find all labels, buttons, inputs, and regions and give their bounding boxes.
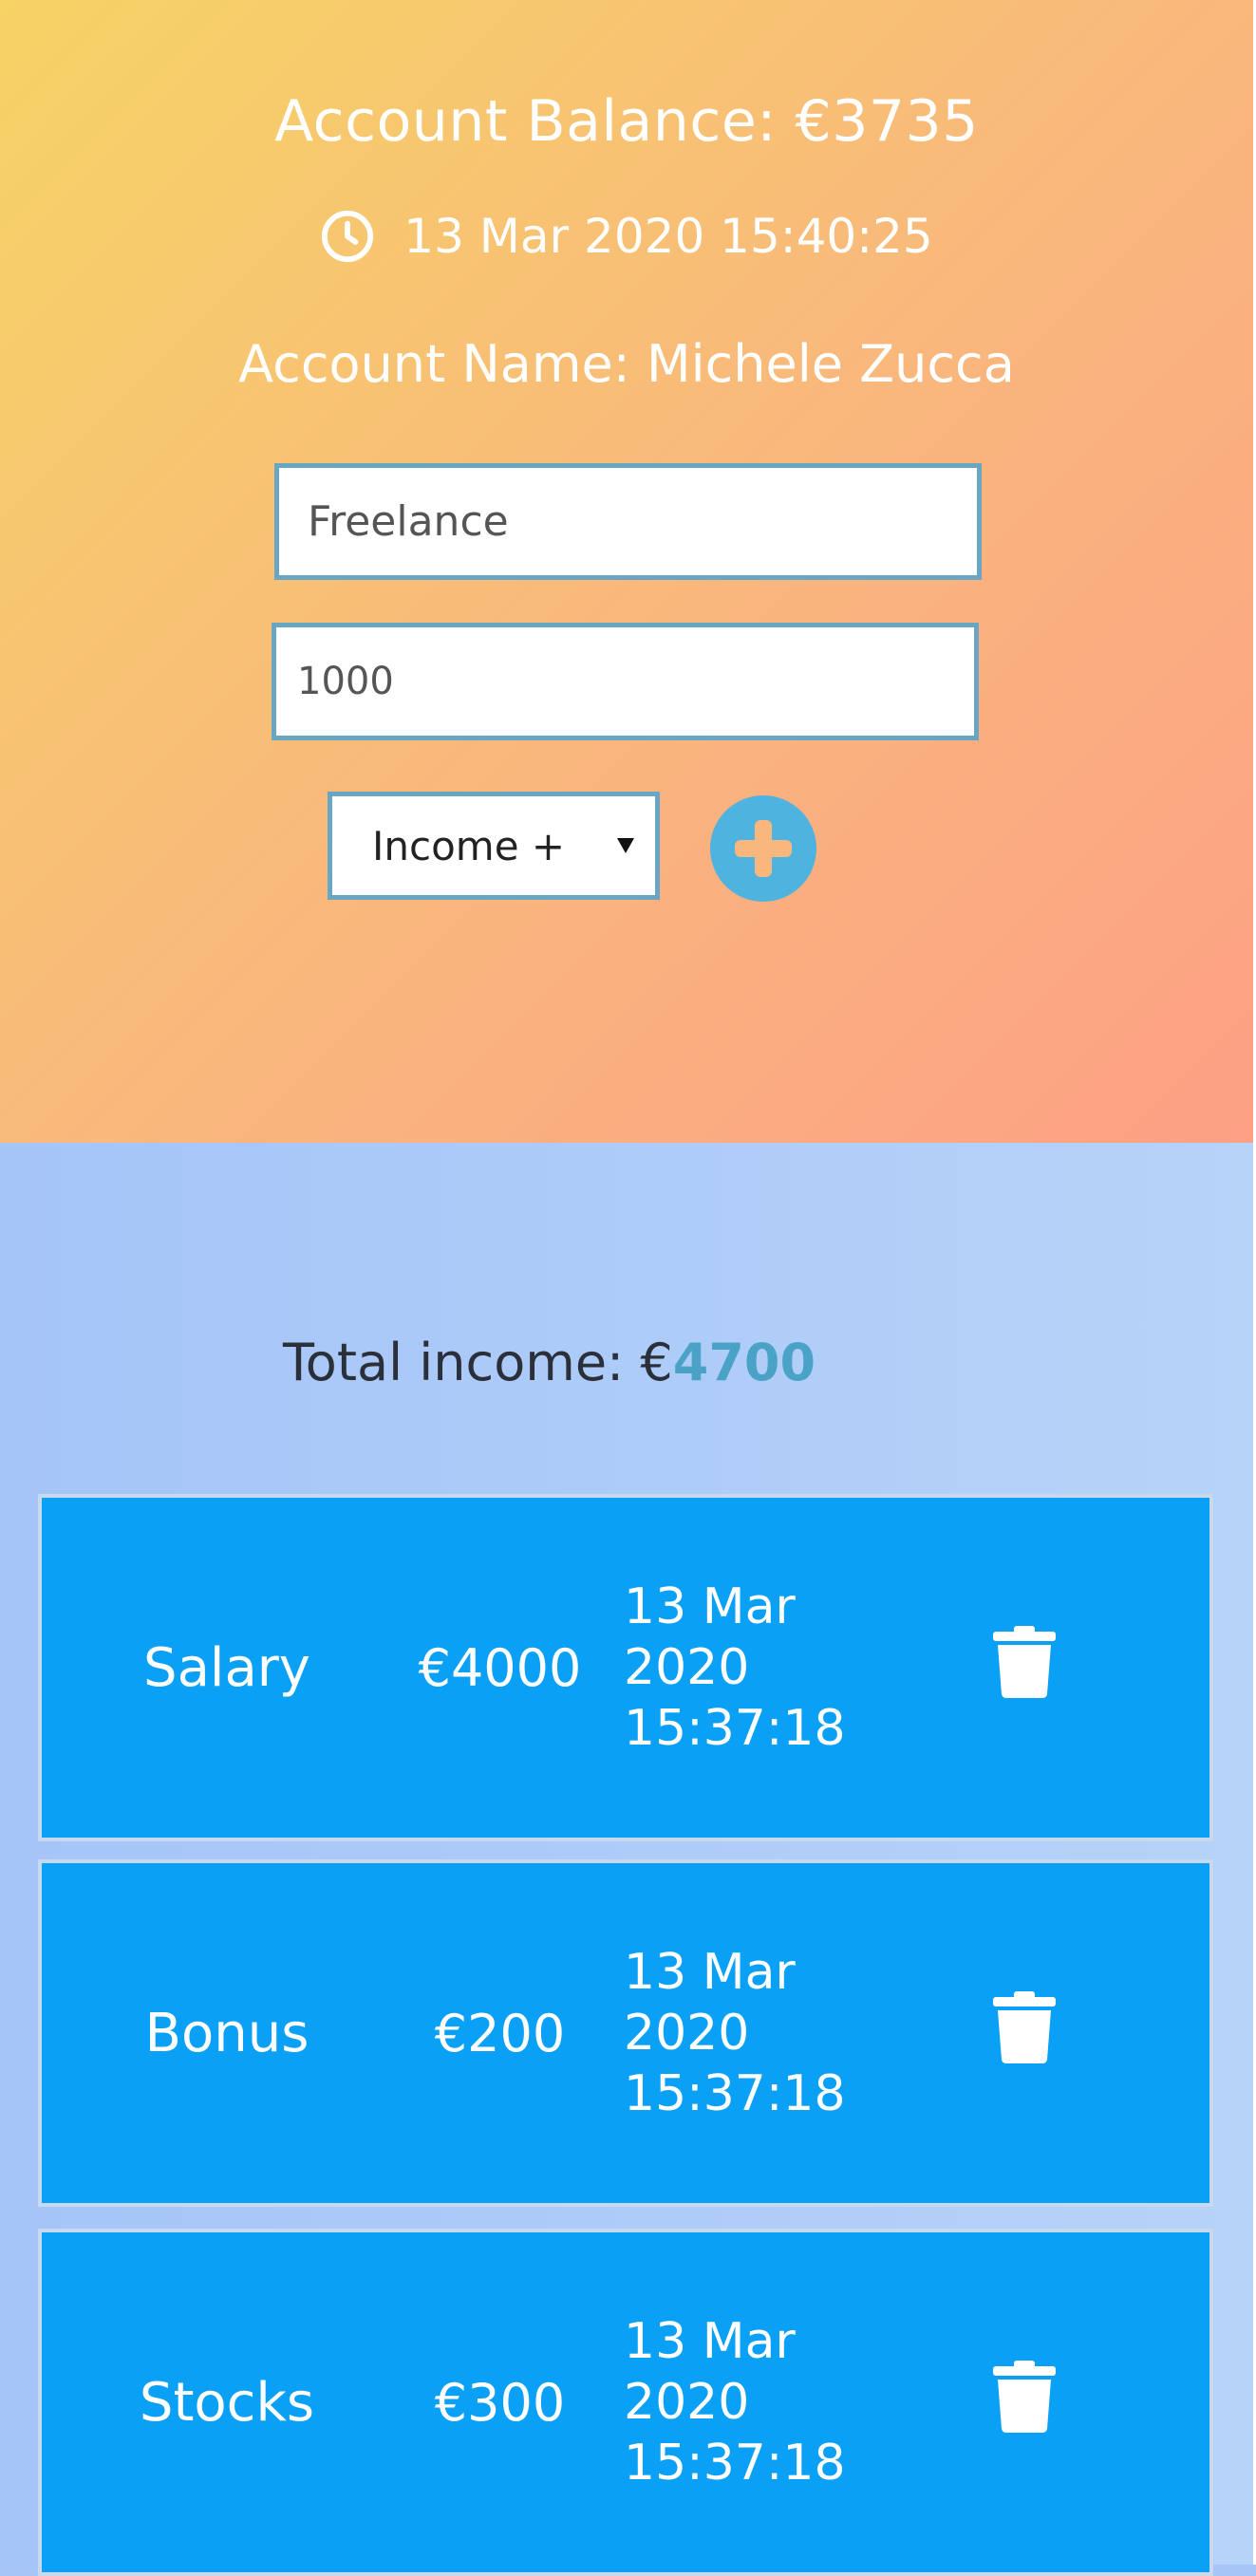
entry-date-year: 2020 — [624, 2005, 750, 2062]
trash-icon — [993, 1991, 1056, 2063]
description-input[interactable] — [274, 463, 982, 580]
delete-entry-button[interactable] — [991, 2359, 1058, 2435]
datetime-text: 13 Mar 2020 15:40:25 — [403, 209, 933, 264]
entry-amount: €200 — [434, 2003, 566, 2063]
entry-date-day: 13 Mar — [624, 1578, 796, 1635]
entry-date: 13 Mar 2020 15:37:18 — [624, 1498, 890, 1838]
clock-icon — [322, 210, 374, 263]
entry-date-day: 13 Mar — [624, 2313, 796, 2370]
trash-icon — [993, 2361, 1056, 2433]
delete-entry-button[interactable] — [991, 1624, 1058, 1700]
chevron-down-icon — [617, 838, 634, 853]
entry-name: Salary — [143, 1636, 310, 1699]
total-income-value: 4700 — [672, 1333, 816, 1392]
entry-date: 13 Mar 2020 15:37:18 — [624, 2232, 890, 2572]
entry-date-year: 2020 — [624, 1639, 750, 1696]
account-balance: Account Balance: €3735 — [274, 88, 979, 155]
trash-icon — [993, 1626, 1056, 1698]
total-income: Total income: €4700 — [283, 1329, 815, 1397]
income-entry: Salary €4000 13 Mar 2020 15:37:18 — [38, 1494, 1213, 1841]
entry-date-time: 15:37:18 — [624, 1700, 846, 1757]
current-datetime: 13 Mar 2020 15:40:25 — [0, 203, 1253, 270]
account-name: Account Name: Michele Zucca — [238, 334, 1015, 394]
entry-date-time: 15:37:18 — [624, 2065, 846, 2122]
amount-input[interactable] — [272, 623, 979, 740]
income-entry: Stocks €300 13 Mar 2020 15:37:18 — [38, 2229, 1213, 2576]
transaction-type-select[interactable]: Income + — [328, 792, 660, 900]
delete-entry-button[interactable] — [991, 1989, 1058, 2065]
income-entry: Bonus €200 13 Mar 2020 15:37:18 — [38, 1859, 1213, 2207]
plus-circle-icon — [735, 820, 792, 877]
entry-date-day: 13 Mar — [624, 1944, 796, 2001]
entry-name: Stocks — [139, 2371, 315, 2434]
entry-date: 13 Mar 2020 15:37:18 — [624, 1863, 890, 2203]
total-income-label: Total income: € — [283, 1333, 673, 1392]
account-header: Account Balance: €3735 13 Mar 2020 15:40… — [0, 0, 1253, 1143]
entry-amount: €4000 — [418, 1637, 582, 1698]
entry-amount: €300 — [434, 2372, 566, 2433]
entry-date-time: 15:37:18 — [624, 2435, 846, 2492]
entry-name: Bonus — [144, 2002, 309, 2064]
transaction-type-value: Income + — [372, 822, 566, 869]
entry-date-year: 2020 — [624, 2374, 750, 2431]
add-transaction-button[interactable] — [710, 795, 816, 902]
